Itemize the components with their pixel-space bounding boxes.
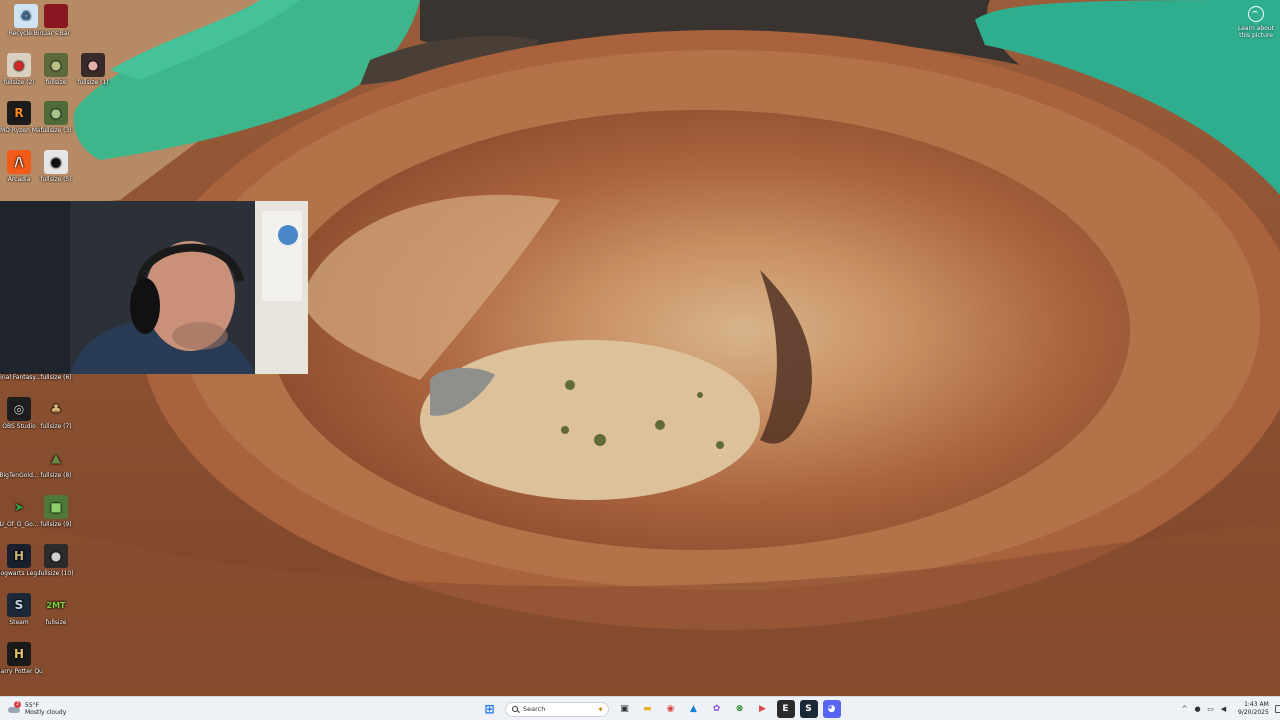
notification-icon[interactable] <box>1274 705 1280 713</box>
weather-badge: 3 <box>14 701 21 708</box>
obs-studio-icon: ◎ <box>7 397 31 421</box>
desktop-shortcut[interactable]: ▲ fullsize (8) <box>33 446 79 480</box>
hogwarts-legacy-icon: H <box>7 544 31 568</box>
clock-date: 9/20/2025 <box>1238 709 1269 716</box>
fullsize-1-icon: ● <box>81 53 105 77</box>
desktop-shortcut[interactable]: ● fullsize (5) <box>33 150 79 183</box>
start-button[interactable]: ⊞ <box>481 700 499 718</box>
harry-potter-quidditch-icon: H <box>7 642 31 666</box>
fullsize-icon: ● <box>44 53 68 77</box>
desktop-shortcut-label: fullsize (9) <box>40 521 72 528</box>
microphone-icon[interactable]: ● <box>1193 705 1203 713</box>
copilot-icon[interactable]: ✿ <box>708 700 726 718</box>
clock-time: 1:43 AM <box>1244 701 1269 708</box>
u-of-o-icon: ➤ <box>13 499 25 514</box>
fullsize-8-icon: ▲ <box>51 450 61 465</box>
weather-temp: 55°F <box>25 702 40 709</box>
fullsize-3-icon: ● <box>44 101 68 125</box>
fullsize-9-icon: ■ <box>44 495 68 519</box>
webcam-overlay <box>0 201 308 374</box>
desktop-shortcut[interactable]: Liar's Bar <box>33 4 79 37</box>
desktop-shortcut-label: fullsize (6) <box>40 374 72 381</box>
desktop-shortcut-label: fullsize (5) <box>40 176 72 183</box>
photos-icon[interactable]: ▲ <box>685 700 703 718</box>
desktop-shortcut-label: fullsize (7) <box>40 423 72 430</box>
steam-taskbar-icon[interactable]: S <box>799 700 818 718</box>
taskbar-apps: ⊞ Search ✦ ▣ ▬ ◉ ▲ ✿ ⊗ ▶ E S ◕ <box>478 699 843 719</box>
network-icon[interactable]: ▭ <box>1206 705 1216 713</box>
desktop-shortcut[interactable]: ● fullsize (1) <box>70 53 116 86</box>
file-explorer-icon[interactable]: ▬ <box>639 700 657 718</box>
desktop-shortcut-label: Harry Potter Quidditch... <box>0 668 42 675</box>
taskbar: 3 55°F Mostly cloudy ⊞ Search ✦ ▣ ▬ ◉ ▲ ✿ ⊗ ▶ E… <box>0 696 1280 720</box>
weather-widget[interactable]: 3 55°F Mostly cloudy <box>8 699 66 719</box>
desktop-shortcut[interactable]: 2MT fullsize <box>33 593 79 626</box>
learn-about-label: Learn about this picture <box>1238 25 1274 39</box>
desktop-shortcut-label: fullsize <box>45 619 67 626</box>
cloud-icon: 3 <box>8 701 21 714</box>
ryzen-master-icon: R <box>7 101 31 125</box>
xbox-icon[interactable]: ⊗ <box>731 700 749 718</box>
desktop-shortcut[interactable]: H Harry Potter Quidditch... <box>0 642 42 675</box>
desktop-shortcut[interactable]: ♣ fullsize (7) <box>33 397 79 431</box>
fullsize-10-icon: ● <box>44 544 68 568</box>
liars-bar-icon <box>44 4 68 28</box>
desktop-shortcut-label: fullsize (3) <box>40 127 72 134</box>
chrome-icon[interactable]: ◉ <box>662 700 680 718</box>
discord-icon[interactable]: ◕ <box>822 700 841 718</box>
desktop-shortcut[interactable]: ■ fullsize (9) <box>33 495 79 528</box>
media-player-icon[interactable]: ▶ <box>754 700 772 718</box>
bigtengold-icon <box>7 446 31 470</box>
desktop-shortcut-label: fullsize (8) <box>40 472 72 479</box>
weather-condition: Mostly cloudy <box>25 709 67 716</box>
steam-icon: S <box>7 593 31 617</box>
fullsize-5-icon: ● <box>44 150 68 174</box>
chevron-up-icon[interactable]: ^ <box>1180 705 1190 713</box>
epic-games-icon[interactable]: E <box>776 700 795 718</box>
task-view-icon[interactable]: ▣ <box>616 700 634 718</box>
fullsize-7-icon: ♣ <box>50 401 62 416</box>
camera-icon <box>1248 6 1264 22</box>
desktop-shortcut-label: fullsize (1) <box>77 79 109 86</box>
search-box[interactable]: Search ✦ <box>505 701 609 717</box>
search-highlight-icon: ✦ <box>597 704 604 714</box>
clock[interactable]: 1:43 AM 9/20/2025 <box>1238 701 1269 717</box>
learn-about-picture-button[interactable]: Learn about this picture <box>1236 6 1276 39</box>
desktop-shortcut-label: Liar's Bar <box>41 30 71 37</box>
search-placeholder: Search <box>523 705 546 713</box>
system-tray: ^ ● ▭ ◀ 1:43 AM 9/20/2025 <box>1178 699 1280 719</box>
desktop-shortcut[interactable]: ● fullsize (3) <box>33 101 79 134</box>
desktop-shortcut[interactable]: ● fullsize (10) <box>33 544 79 577</box>
fullsize-2mt-icon: 2MT <box>46 600 66 610</box>
desktop-shortcut-label: fullsize (10) <box>38 570 74 577</box>
arcadia-icon: /\ <box>7 150 31 174</box>
fullsize-2-icon: ● <box>7 53 31 77</box>
search-icon <box>512 706 518 712</box>
volume-icon[interactable]: ◀ <box>1219 705 1229 713</box>
